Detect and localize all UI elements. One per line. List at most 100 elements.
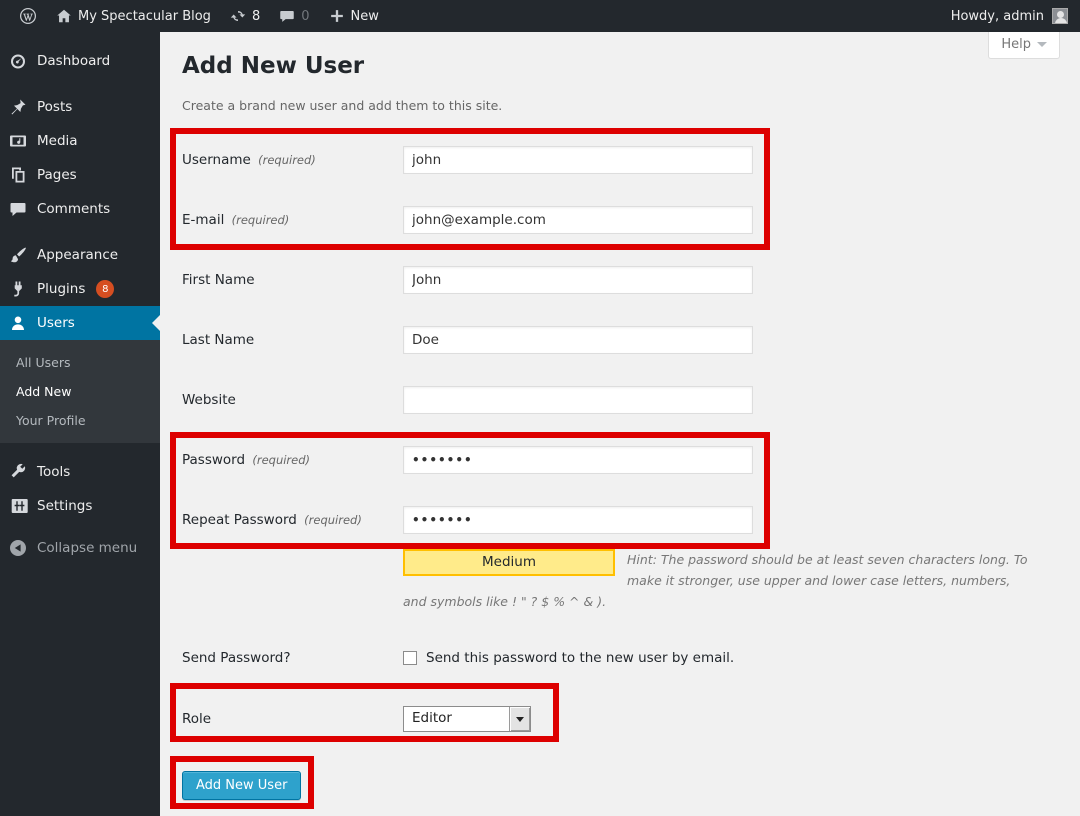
role-dropdown-button[interactable] xyxy=(509,707,530,731)
sidebar-item-appearance[interactable]: Appearance xyxy=(0,238,160,272)
repeat-password-required-note: (required) xyxy=(304,513,362,527)
admin-bar-left: My Spectacular Blog 8 0 New xyxy=(0,0,388,32)
help-label: Help xyxy=(1001,37,1031,52)
add-new-user-button[interactable]: Add New User xyxy=(182,771,301,800)
collapse-arrow-icon xyxy=(8,538,28,558)
username-required-note: (required) xyxy=(258,153,316,167)
site-name: My Spectacular Blog xyxy=(78,9,211,24)
comment-bubble-icon xyxy=(278,7,296,25)
first-name-label: First Name xyxy=(182,272,255,288)
form-row-password: Password (required) xyxy=(182,446,1060,474)
sidebar-label-plugins: Plugins xyxy=(37,281,85,297)
form-row-username: Username (required) xyxy=(182,146,1060,174)
form-row-email: E-mail (required) xyxy=(182,206,1060,234)
sidebar-item-media[interactable]: Media xyxy=(0,124,160,158)
settings-sliders-icon xyxy=(8,496,28,516)
send-password-checkbox[interactable] xyxy=(403,651,417,665)
collapse-menu-label: Collapse menu xyxy=(37,540,137,556)
sidebar-label-appearance: Appearance xyxy=(37,247,118,263)
wrench-icon xyxy=(8,462,28,482)
chevron-down-icon xyxy=(516,717,524,722)
form-row-role: Role Editor xyxy=(182,705,1060,733)
send-password-label: Send Password? xyxy=(182,650,291,666)
sidebar-label-comments: Comments xyxy=(37,201,110,217)
help-button[interactable]: Help xyxy=(988,32,1060,59)
sidebar-item-dashboard[interactable]: Dashboard xyxy=(0,44,160,78)
account-menu-button[interactable]: Howdy, admin xyxy=(951,8,1080,24)
add-user-form: Username (required) E-mail (required) Fi… xyxy=(182,146,1060,800)
dashboard-gauge-icon xyxy=(8,51,28,71)
updates-button[interactable]: 8 xyxy=(220,0,269,32)
admin-bar: My Spectacular Blog 8 0 New Howdy, admin xyxy=(0,0,1080,32)
new-label: New xyxy=(351,9,379,24)
new-content-button[interactable]: New xyxy=(319,0,388,32)
password-required-note: (required) xyxy=(252,453,310,467)
website-label: Website xyxy=(182,392,236,408)
email-label: E-mail xyxy=(182,212,224,228)
role-select[interactable]: Editor xyxy=(403,706,531,732)
repeat-password-input[interactable] xyxy=(403,506,753,534)
site-menu-button[interactable]: My Spectacular Blog xyxy=(46,0,220,32)
password-input[interactable] xyxy=(403,446,753,474)
wordpress-logo-icon xyxy=(19,7,37,25)
form-row-send-password: Send Password? Send this password to the… xyxy=(182,644,1060,672)
users-submenu: All Users Add New Your Profile xyxy=(0,340,160,443)
sidebar-item-pages[interactable]: Pages xyxy=(0,158,160,192)
role-selected-value: Editor xyxy=(404,707,509,731)
user-icon xyxy=(8,313,28,333)
form-row-repeat-password: Repeat Password (required) xyxy=(182,506,1060,534)
last-name-label: Last Name xyxy=(182,332,254,348)
collapse-menu-button[interactable]: Collapse menu xyxy=(0,531,160,565)
submenu-item-add-new[interactable]: Add New xyxy=(0,377,160,406)
sidebar-label-pages: Pages xyxy=(37,167,77,183)
page-title: Add New User xyxy=(182,52,1060,81)
sidebar-item-users[interactable]: Users xyxy=(0,306,160,340)
updates-refresh-icon xyxy=(229,7,247,25)
wordpress-menu-button[interactable] xyxy=(10,0,46,32)
form-row-website: Website xyxy=(182,386,1060,414)
sidebar-label-media: Media xyxy=(37,133,78,149)
plus-icon xyxy=(328,7,346,25)
comments-bubble-icon xyxy=(8,199,28,219)
last-name-input[interactable] xyxy=(403,326,753,354)
main-content: Add New User Create a brand new user and… xyxy=(160,32,1080,816)
paintbrush-icon xyxy=(8,245,28,265)
comments-count: 0 xyxy=(301,9,309,24)
sidebar-label-settings: Settings xyxy=(37,498,92,514)
username-label: Username xyxy=(182,152,251,168)
submenu-item-your-profile[interactable]: Your Profile xyxy=(0,406,160,435)
sidebar-item-plugins[interactable]: Plugins 8 xyxy=(0,272,160,306)
form-row-first-name: First Name xyxy=(182,266,1060,294)
sidebar-label-users: Users xyxy=(37,315,75,331)
sidebar-item-settings[interactable]: Settings xyxy=(0,489,160,523)
send-password-checkbox-label: Send this password to the new user by em… xyxy=(426,650,734,666)
repeat-password-label: Repeat Password xyxy=(182,512,297,528)
pushpin-icon xyxy=(8,97,28,117)
username-input[interactable] xyxy=(403,146,753,174)
website-input[interactable] xyxy=(403,386,753,414)
password-label: Password xyxy=(182,452,245,468)
home-icon xyxy=(55,7,73,25)
avatar xyxy=(1052,8,1068,24)
sidebar-item-posts[interactable]: Posts xyxy=(0,90,160,124)
sidebar-label-posts: Posts xyxy=(37,99,72,115)
first-name-input[interactable] xyxy=(403,266,753,294)
sidebar: Dashboard Posts Media Pages Comments App… xyxy=(0,32,160,816)
email-required-note: (required) xyxy=(232,213,290,227)
chevron-down-icon xyxy=(1037,42,1047,47)
sidebar-item-tools[interactable]: Tools xyxy=(0,455,160,489)
sidebar-label-dashboard: Dashboard xyxy=(37,53,110,69)
pages-icon xyxy=(8,165,28,185)
media-icon xyxy=(8,131,28,151)
form-row-last-name: Last Name xyxy=(182,326,1060,354)
updates-count: 8 xyxy=(252,9,260,24)
password-strength-meter: Medium xyxy=(403,549,615,576)
sidebar-label-tools: Tools xyxy=(37,464,70,480)
email-input[interactable] xyxy=(403,206,753,234)
plug-icon xyxy=(8,279,28,299)
submenu-item-all-users[interactable]: All Users xyxy=(0,348,160,377)
sidebar-item-comments[interactable]: Comments xyxy=(0,192,160,226)
comments-button[interactable]: 0 xyxy=(269,0,318,32)
page-description: Create a brand new user and add them to … xyxy=(182,97,1060,114)
plugins-update-badge: 8 xyxy=(96,280,114,298)
